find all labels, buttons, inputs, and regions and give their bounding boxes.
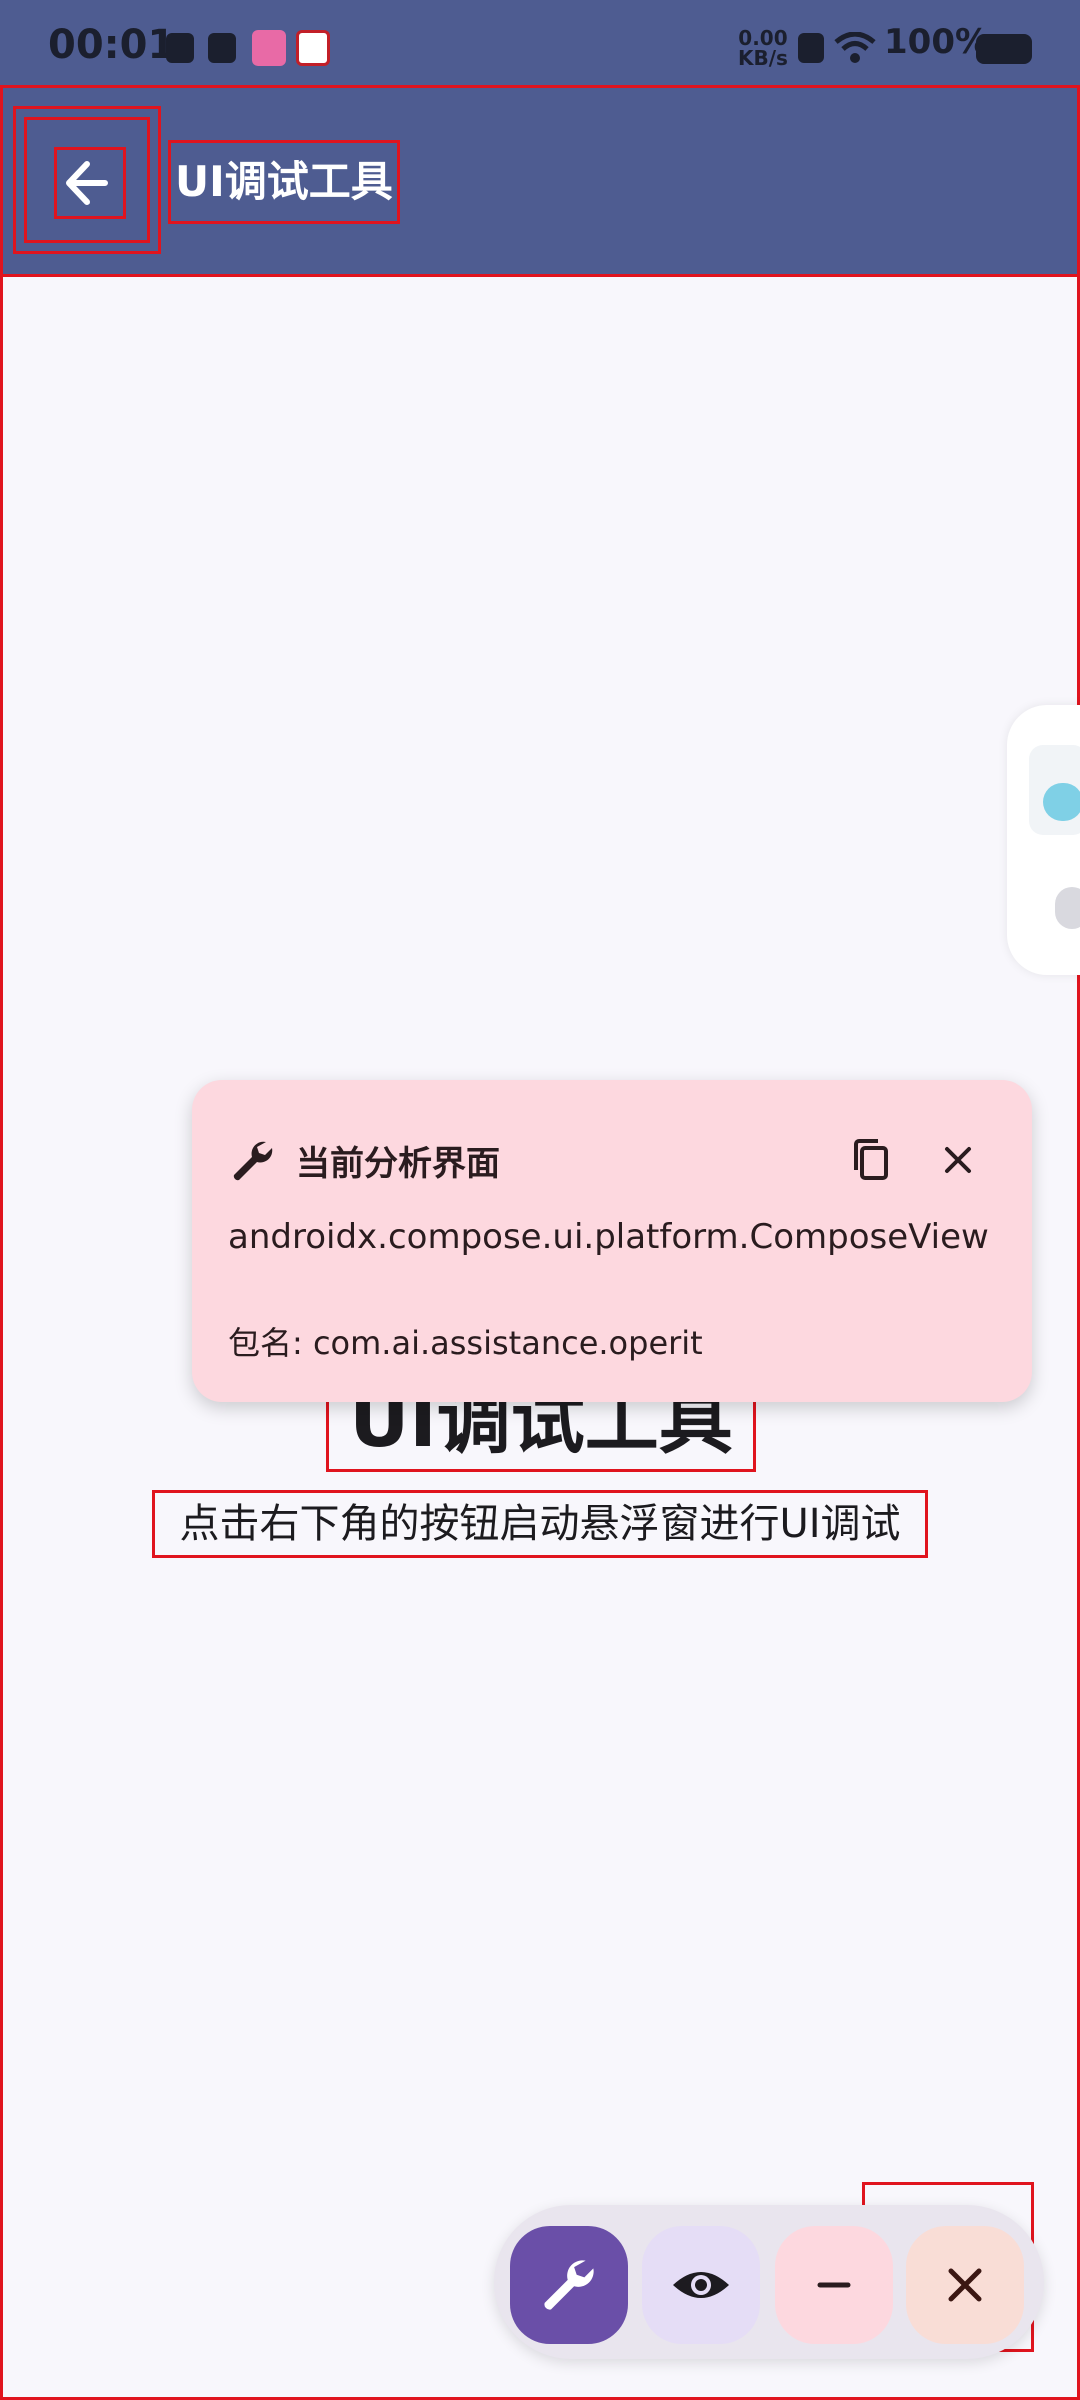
clipboard-icon <box>166 33 194 63</box>
assistant-avatar[interactable] <box>1029 745 1080 835</box>
view-class-text: androidx.compose.ui.platform.ComposeView <box>228 1217 989 1257</box>
wrench-icon <box>544 2260 594 2310</box>
status-bar: 00:01 0.00 KB/s 100% <box>0 0 1080 85</box>
arrow-left-icon[interactable] <box>57 150 123 216</box>
net-speed: 0.00 KB/s <box>738 26 788 70</box>
back-button[interactable] <box>24 117 150 243</box>
wrench-icon <box>233 1141 273 1181</box>
card-title: 当前分析界面 <box>296 1144 500 1184</box>
close-button[interactable] <box>906 2226 1024 2344</box>
eye-icon <box>673 2272 729 2298</box>
floating-side-panel[interactable] <box>1007 705 1080 975</box>
assistant-icon <box>1043 783 1080 821</box>
page-subtitle: 点击右下角的按钮启动悬浮窗进行UI调试 <box>152 1490 928 1558</box>
close-icon[interactable] <box>934 1136 982 1184</box>
back-icon-box[interactable] <box>54 147 126 219</box>
top-app-bar <box>0 85 1080 277</box>
app-notification-icon <box>208 33 236 63</box>
view-button[interactable] <box>642 2226 760 2344</box>
package-text: 包名: com.ai.assistance.operit <box>228 1324 703 1362</box>
status-time: 00:01 <box>48 22 176 68</box>
battery-percent: 100% <box>884 22 990 62</box>
copy-icon[interactable] <box>848 1136 896 1184</box>
tool-button[interactable] <box>510 2226 628 2344</box>
app-icon <box>296 30 330 66</box>
minus-icon <box>817 2282 851 2288</box>
toolbar-title: UI调试工具 <box>168 140 400 224</box>
minimize-button[interactable] <box>775 2226 893 2344</box>
sim-icon <box>798 33 824 63</box>
back-button-container[interactable] <box>13 106 161 254</box>
panel-close-icon[interactable] <box>1055 887 1080 929</box>
app-icon <box>252 30 286 66</box>
analysis-card: 当前分析界面 androidx.compose.ui.platform.Comp… <box>192 1080 1032 1402</box>
battery-icon <box>976 34 1032 64</box>
close-icon <box>948 2268 982 2302</box>
wifi-icon <box>834 32 876 63</box>
